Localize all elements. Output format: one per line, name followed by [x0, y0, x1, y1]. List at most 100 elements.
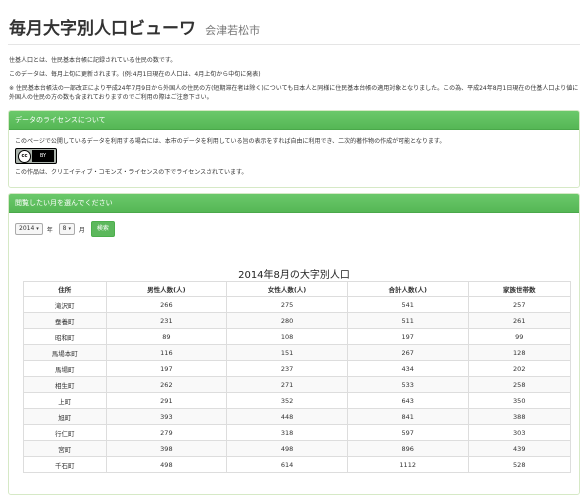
table-header-row: 住所 男性人数(人) 女性人数(人) 合計人数(人) 家族世帯数	[23, 281, 572, 297]
table-row: 行仁町 279 318 597 303	[23, 424, 572, 441]
cell-households: 261	[467, 312, 572, 329]
cell-female: 614	[226, 456, 348, 473]
intro-section: 住基人口とは、住民基本台帳に記録されている住民の数です。 このデータは、毎月上旬…	[9, 56, 580, 102]
table-row: 千石町 498 614 1112 528	[23, 456, 572, 473]
cell-female: 352	[226, 392, 348, 409]
cc-by-license-icon[interactable]: cc BY	[15, 148, 57, 164]
intro-definition: 住基人口とは、住民基本台帳に記録されている住民の数です。	[9, 57, 177, 64]
column-header-female: 女性人数(人)	[226, 281, 348, 297]
chevron-down-icon: ▾	[36, 226, 39, 232]
cell-households: 258	[467, 376, 572, 393]
cell-female: 108	[226, 328, 348, 345]
table-row: 上町 291 352 643 350	[23, 392, 572, 409]
cell-households: 99	[467, 328, 572, 345]
year-select[interactable]: 2014 ▾	[15, 223, 43, 235]
license-panel-heading: データのライセンスについて	[9, 111, 579, 130]
cell-address: 滝沢町	[23, 296, 107, 313]
cell-male: 262	[105, 376, 228, 393]
table-row: 馬場町 197 237 434 202	[23, 360, 572, 377]
cell-male: 398	[105, 440, 228, 457]
cell-male: 89	[105, 328, 228, 345]
cell-female: 498	[226, 440, 348, 457]
cell-male: 393	[105, 408, 228, 425]
cell-address: 宮町	[23, 440, 107, 457]
cell-households: 257	[467, 296, 572, 313]
intro-note: ※ 住民基本台帳法の一部改正により平成24年7月9日から外国人の住民の方(短期滞…	[9, 85, 579, 101]
cell-male: 279	[105, 424, 228, 441]
column-header-total: 合計人数(人)	[346, 281, 469, 297]
table-row: 蚕養町 231 280 511 261	[23, 312, 572, 329]
cell-address: 上町	[23, 392, 107, 409]
table-row: 馬場本町 116 151 267 128	[23, 344, 572, 361]
cell-total: 267	[346, 344, 469, 361]
month-select[interactable]: 8 ▾	[58, 223, 75, 235]
intro-update-info: このデータは、毎月上旬に更新されます。(例:4月1日現在の人口は、4月上旬から中…	[9, 71, 261, 78]
cell-households: 303	[467, 424, 572, 441]
month-select-panel: 閲覧したい月を選んでください 2014 ▾ 年 8 ▾ 月 検索 2014年8月の大…	[8, 193, 580, 495]
cell-address: 行仁町	[23, 424, 107, 441]
cell-male: 116	[105, 344, 228, 361]
cc-icon: cc	[18, 150, 31, 163]
cell-total: 597	[346, 424, 469, 441]
cell-address: 馬場町	[23, 360, 107, 377]
cell-total: 896	[346, 440, 469, 457]
cell-male: 498	[105, 456, 228, 473]
table-row: 旭町 393 448 841 388	[23, 408, 572, 425]
cell-households: 439	[467, 440, 572, 457]
license-note: この作品は、クリエイティブ・コモンズ・ライセンスの下でライセンスされています。	[15, 169, 248, 176]
cell-households: 350	[467, 392, 572, 409]
license-text: このページで公開しているデータを利用する場合には、本市のデータを利用している旨の…	[15, 138, 446, 145]
cell-address: 旭町	[23, 408, 107, 425]
table-row: 昭和町 89 108 197 99	[23, 328, 572, 345]
cell-female: 275	[226, 296, 348, 313]
cell-households: 202	[467, 360, 572, 377]
table-title: 2014年8月の大字別人口	[238, 270, 350, 281]
cell-female: 237	[226, 360, 348, 377]
cell-total: 533	[346, 376, 469, 393]
month-select-heading: 閲覧したい月を選んでください	[9, 194, 579, 213]
cell-total: 434	[346, 360, 469, 377]
column-header-households: 家族世帯数	[467, 281, 572, 297]
cell-male: 231	[105, 312, 228, 329]
header-divider	[8, 44, 580, 45]
by-icon: BY	[32, 150, 54, 162]
table-row: 相生町 262 271 533 258	[23, 376, 572, 393]
cell-male: 266	[105, 296, 228, 313]
table-row: 滝沢町 266 275 541 257	[23, 296, 572, 313]
license-panel: データのライセンスについて このページで公開しているデータを利用する場合には、本…	[8, 110, 580, 188]
cell-total: 197	[346, 328, 469, 345]
cell-address: 馬場本町	[23, 344, 107, 361]
search-button[interactable]: 検索	[90, 221, 115, 237]
cell-female: 271	[226, 376, 348, 393]
column-header-address: 住所	[23, 281, 107, 297]
year-select-value: 2014	[19, 225, 35, 232]
cell-address: 蚕養町	[23, 312, 107, 329]
cell-address: 昭和町	[23, 328, 107, 345]
license-panel-body: このページで公開しているデータを利用する場合には、本市のデータを利用している旨の…	[9, 130, 579, 184]
cell-female: 151	[226, 344, 348, 361]
cell-households: 388	[467, 408, 572, 425]
population-table: 住所 男性人数(人) 女性人数(人) 合計人数(人) 家族世帯数 滝沢町 266 2…	[23, 281, 572, 473]
cell-total: 541	[346, 296, 469, 313]
cell-male: 197	[105, 360, 228, 377]
cell-male: 291	[105, 392, 228, 409]
cell-total: 511	[346, 312, 469, 329]
cell-total: 1112	[346, 456, 469, 473]
table-row: 宮町 398 498 896 439	[23, 440, 572, 457]
cell-households: 128	[467, 344, 572, 361]
page-header: 毎月大字別人口ビューワ 会津若松市	[9, 14, 260, 39]
month-select-value: 8	[62, 225, 67, 232]
cell-total: 841	[346, 408, 469, 425]
city-name: 会津若松市	[205, 24, 261, 37]
cell-address: 相生町	[23, 376, 107, 393]
cell-female: 318	[226, 424, 348, 441]
year-unit-label: 年	[46, 226, 53, 234]
chevron-down-icon: ▾	[68, 226, 71, 232]
date-controls: 2014 ▾ 年 8 ▾ 月 検索	[15, 221, 115, 237]
cell-households: 528	[467, 456, 572, 473]
cell-female: 448	[226, 408, 348, 425]
page-title: 毎月大字別人口ビューワ	[9, 19, 196, 39]
cell-address: 千石町	[23, 456, 107, 473]
cell-total: 643	[346, 392, 469, 409]
cell-female: 280	[226, 312, 348, 329]
